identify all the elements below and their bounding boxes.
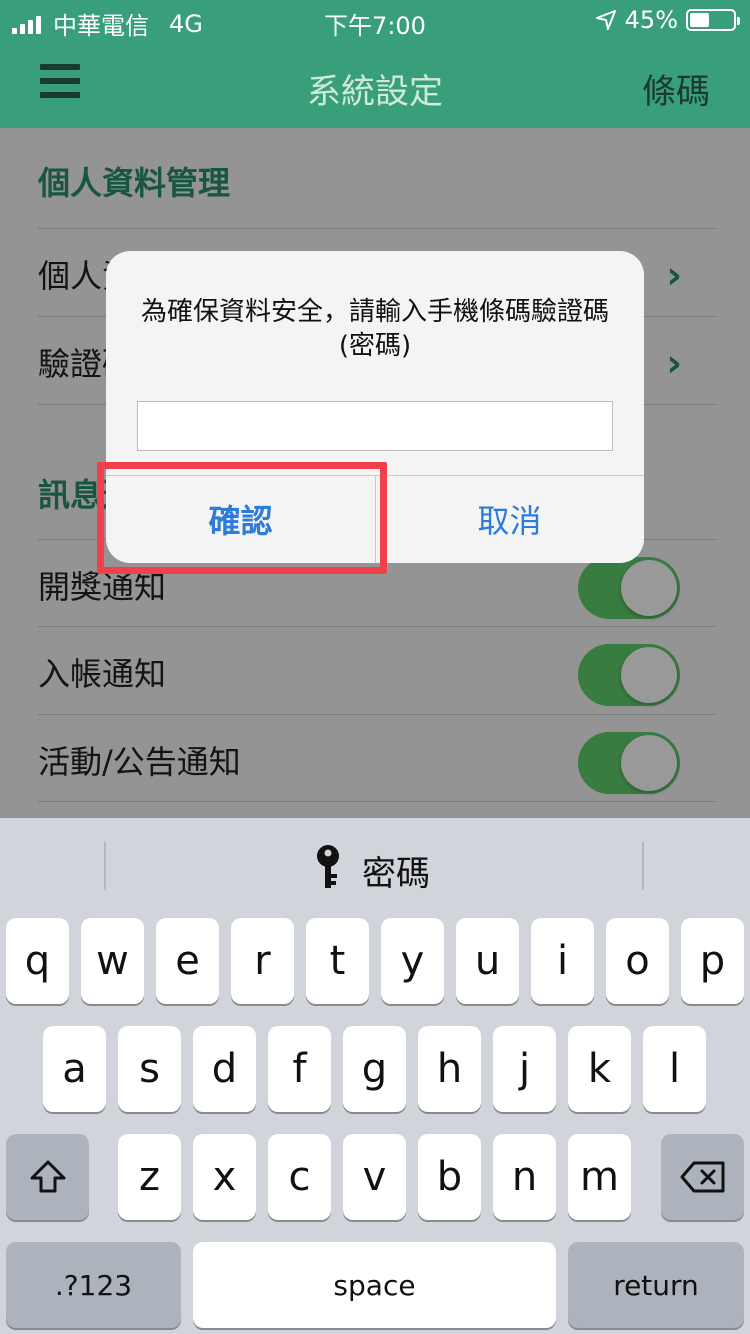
key-n[interactable]: n — [493, 1134, 556, 1220]
key-v[interactable]: v — [343, 1134, 406, 1220]
key-o[interactable]: o — [606, 918, 669, 1004]
key-x[interactable]: x — [193, 1134, 256, 1220]
keyboard-suggestion-bar: 密碼 — [0, 818, 750, 906]
battery-level — [690, 13, 709, 27]
status-bar: 中華電信 4G 下午7:00 45% — [0, 0, 750, 40]
key-g[interactable]: g — [343, 1026, 406, 1112]
key-e[interactable]: e — [156, 918, 219, 1004]
key-p[interactable]: p — [681, 918, 744, 1004]
key-c[interactable]: c — [268, 1134, 331, 1220]
keyboard: 密碼 q w e r t y u i o p a s d f g h j k l… — [0, 818, 750, 1334]
key-icon — [317, 845, 339, 888]
key-z[interactable]: z — [118, 1134, 181, 1220]
key-j[interactable]: j — [493, 1026, 556, 1112]
key-u[interactable]: u — [456, 918, 519, 1004]
backspace-icon — [680, 1161, 724, 1193]
key-d[interactable]: d — [193, 1026, 256, 1112]
battery-percent: 45% — [624, 6, 678, 34]
key-k[interactable]: k — [568, 1026, 631, 1112]
alert-message: 為確保資料安全，請輸入手機條碼驗證碼(密碼) — [140, 297, 609, 361]
key-l[interactable]: l — [643, 1026, 706, 1112]
key-i[interactable]: i — [531, 918, 594, 1004]
page-title: 系統設定 — [307, 72, 443, 112]
key-t[interactable]: t — [306, 918, 369, 1004]
key-a[interactable]: a — [43, 1026, 106, 1112]
numbers-key[interactable]: .?123 — [6, 1242, 181, 1328]
key-y[interactable]: y — [381, 918, 444, 1004]
suggestion-divider — [642, 842, 644, 890]
nav-bar: 系統設定 條碼 — [0, 40, 750, 128]
suggestion-divider — [104, 842, 106, 890]
battery-icon — [686, 9, 740, 31]
key-s[interactable]: s — [118, 1026, 181, 1112]
shift-key[interactable] — [6, 1134, 89, 1220]
key-f[interactable]: f — [268, 1026, 331, 1112]
password-input[interactable] — [137, 401, 613, 451]
key-w[interactable]: w — [81, 918, 144, 1004]
highlight-annotation-box — [97, 462, 387, 574]
key-m[interactable]: m — [568, 1134, 631, 1220]
status-right: 45% — [595, 6, 740, 34]
password-autofill-suggestion[interactable]: 密碼 — [362, 846, 430, 895]
barcode-button[interactable]: 條碼 — [642, 64, 710, 113]
cancel-button[interactable]: 取消 — [375, 475, 644, 563]
space-key[interactable]: space — [193, 1242, 556, 1328]
key-r[interactable]: r — [231, 918, 294, 1004]
shift-arrow-icon — [30, 1160, 65, 1193]
key-b[interactable]: b — [418, 1134, 481, 1220]
return-key[interactable]: return — [568, 1242, 744, 1328]
key-h[interactable]: h — [418, 1026, 481, 1112]
backspace-key[interactable] — [661, 1134, 744, 1220]
location-arrow-icon — [595, 10, 616, 30]
key-q[interactable]: q — [6, 918, 69, 1004]
